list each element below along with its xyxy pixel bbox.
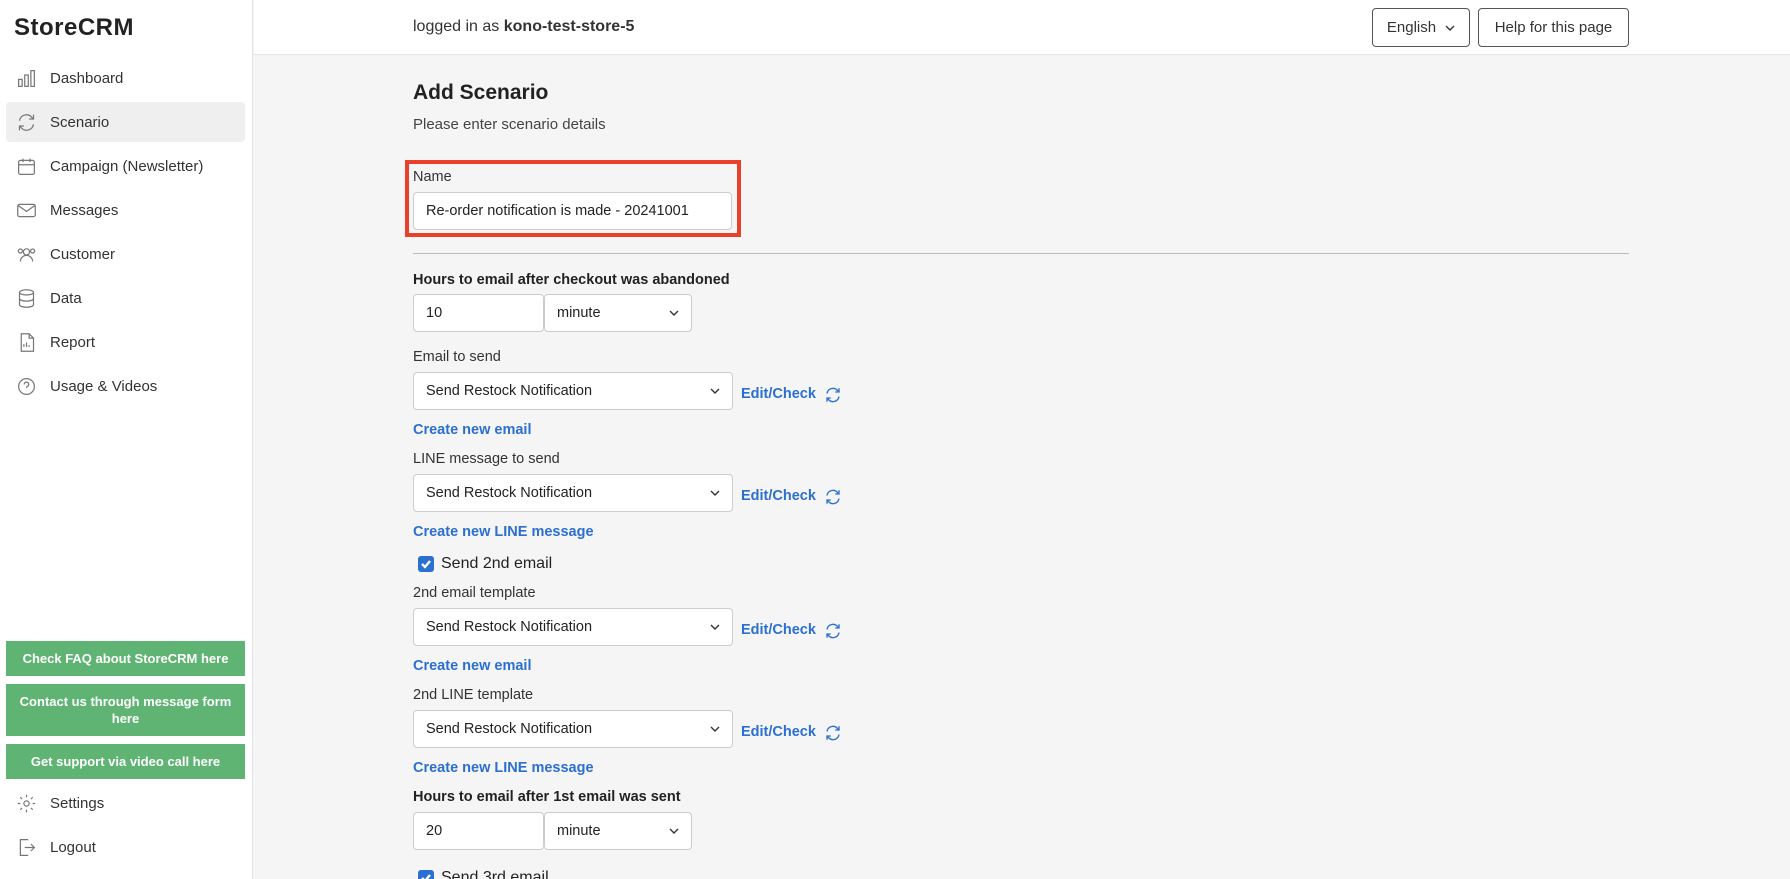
line2-label: 2nd LINE template	[413, 687, 534, 703]
send-3rd-email-checkbox[interactable]	[418, 870, 434, 879]
send-2nd-email-checkbox[interactable]	[418, 556, 434, 572]
email2-select[interactable]: Send Restock Notification	[413, 608, 733, 646]
email-edit-check-link[interactable]: Edit/Check	[741, 386, 816, 402]
language-select[interactable]: English	[1372, 8, 1470, 47]
send-2nd-email-label: Send 2nd email	[441, 555, 553, 572]
line-edit-check-link[interactable]: Edit/Check	[741, 488, 816, 504]
sidebar-item-label: Scenario	[50, 113, 110, 131]
line-select-value: Send Restock Notification	[426, 485, 593, 501]
sidebar-item-label: Campaign (Newsletter)	[50, 157, 204, 175]
database-icon	[15, 287, 37, 309]
sidebar-item-scenario[interactable]: Scenario	[6, 102, 245, 142]
email2-select-value: Send Restock Notification	[426, 619, 593, 635]
sidebar-item-label: Dashboard	[50, 69, 124, 87]
video-support-button[interactable]: Get support via video call here	[6, 744, 245, 779]
name-input[interactable]: Re-order notification is made - 20241001	[413, 192, 732, 230]
sidebar-item-messages[interactable]: Messages	[6, 190, 245, 230]
divider	[413, 253, 1629, 254]
sidebar-item-customer[interactable]: Customer	[6, 234, 245, 274]
email2-refresh-icon[interactable]	[824, 622, 842, 640]
sidebar-item-label: Data	[50, 289, 82, 307]
store-name: kono-test-store-5	[503, 18, 635, 35]
hours2-input[interactable]: 20	[413, 812, 544, 850]
sidebar: StoreCRM Dashboard Scenario Campaign (Ne…	[0, 0, 253, 879]
contact-form-button[interactable]: Contact us through message form here	[6, 684, 245, 736]
chevron-down-icon	[710, 490, 720, 496]
chevron-down-icon	[1445, 25, 1455, 31]
hours2-unit-select[interactable]: minute	[544, 812, 692, 850]
hours1-unit-value: minute	[557, 305, 601, 321]
top-header: logged in as kono-test-store-5 English H…	[254, 0, 1790, 55]
app-logo: StoreCRM	[14, 14, 135, 41]
page-title: Add Scenario	[413, 81, 549, 104]
sidebar-item-label: Messages	[50, 201, 119, 219]
chevron-down-icon	[669, 310, 679, 316]
sidebar-item-label: Usage & Videos	[50, 377, 158, 395]
hours1-unit-select[interactable]: minute	[544, 294, 692, 332]
page-subtitle: Please enter scenario details	[413, 116, 606, 133]
sidebar-item-dashboard[interactable]: Dashboard	[6, 58, 245, 98]
hours1-label: Hours to email after checkout was abando…	[413, 272, 730, 288]
create-email2-link[interactable]: Create new email	[413, 658, 531, 674]
login-status: logged in as kono-test-store-5	[413, 18, 634, 36]
create-line-link[interactable]: Create new LINE message	[413, 524, 594, 540]
gear-icon	[15, 792, 37, 814]
envelope-icon	[15, 199, 37, 221]
help-circle-icon	[15, 375, 37, 397]
document-icon	[15, 331, 37, 353]
create-email-link[interactable]: Create new email	[413, 422, 531, 438]
email-select[interactable]: Send Restock Notification	[413, 372, 733, 410]
sidebar-bottom-nav: Settings Logout	[6, 783, 245, 871]
hours1-input[interactable]: 10	[413, 294, 544, 332]
calendar-icon	[15, 155, 37, 177]
chevron-down-icon	[669, 828, 679, 834]
hours2-label: Hours to email after 1st email was sent	[413, 789, 681, 805]
sidebar-item-label: Customer	[50, 245, 116, 263]
sidebar-item-campaign[interactable]: Campaign (Newsletter)	[6, 146, 245, 186]
help-button[interactable]: Help for this page	[1478, 8, 1629, 47]
sidebar-item-logout[interactable]: Logout	[6, 827, 245, 867]
line-label: LINE message to send	[413, 451, 560, 467]
email2-edit-check-link[interactable]: Edit/Check	[741, 622, 816, 638]
line-refresh-icon[interactable]	[824, 488, 842, 506]
language-label: English	[1386, 19, 1437, 36]
sidebar-item-data[interactable]: Data	[6, 278, 245, 318]
send-3rd-email-label: Send 3rd email	[441, 869, 549, 879]
sidebar-item-report[interactable]: Report	[6, 322, 245, 362]
chevron-down-icon	[710, 388, 720, 394]
name-label: Name	[413, 169, 452, 185]
email-label: Email to send	[413, 349, 501, 365]
sidebar-item-label: Settings	[50, 794, 105, 812]
users-icon	[15, 243, 37, 265]
create-line2-link[interactable]: Create new LINE message	[413, 760, 594, 776]
sidebar-item-settings[interactable]: Settings	[6, 783, 245, 823]
email2-label: 2nd email template	[413, 585, 536, 601]
hours2-unit-value: minute	[557, 823, 601, 839]
line2-edit-check-link[interactable]: Edit/Check	[741, 724, 816, 740]
faq-button[interactable]: Check FAQ about StoreCRM here	[6, 641, 245, 676]
line-select[interactable]: Send Restock Notification	[413, 474, 733, 512]
email-refresh-icon[interactable]	[824, 386, 842, 404]
chevron-down-icon	[710, 624, 720, 630]
refresh-icon	[15, 111, 37, 133]
line2-refresh-icon[interactable]	[824, 724, 842, 742]
bar-chart-icon	[15, 67, 37, 89]
line2-select-value: Send Restock Notification	[426, 721, 593, 737]
sidebar-item-label: Logout	[50, 838, 96, 856]
line2-select[interactable]: Send Restock Notification	[413, 710, 733, 748]
sidebar-nav: Dashboard Scenario Campaign (Newsletter)…	[6, 58, 245, 410]
login-prefix: logged in as	[413, 18, 500, 35]
sidebar-item-usage-videos[interactable]: Usage & Videos	[6, 366, 245, 406]
chevron-down-icon	[710, 726, 720, 732]
logout-icon	[15, 836, 37, 858]
sidebar-item-label: Report	[50, 333, 96, 351]
email-select-value: Send Restock Notification	[426, 383, 593, 399]
